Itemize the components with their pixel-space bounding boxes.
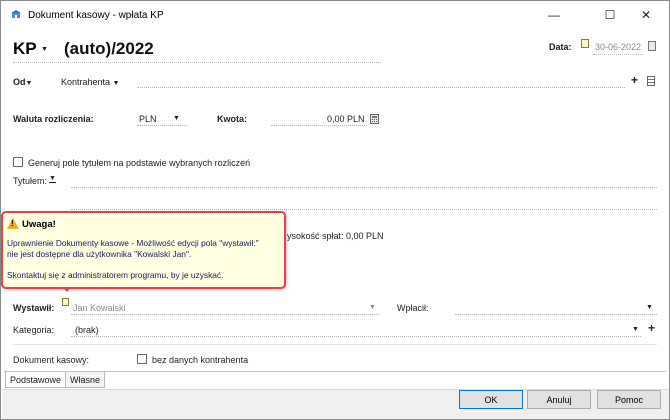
- currency-select[interactable]: PLN: [139, 114, 157, 124]
- generate-title-checkbox[interactable]: [13, 157, 23, 167]
- amount-underline: [271, 125, 367, 126]
- warning-icon-mark: !: [11, 219, 14, 228]
- window-title: Dokument kasowy - wpłata KP: [28, 10, 164, 21]
- dialog-window: Dokument kasowy - wpłata KP — ☐ ✕ KP ▼ (…: [0, 0, 670, 420]
- document-type-selector[interactable]: KP: [13, 39, 37, 59]
- tooltip-title: Uwaga!: [22, 219, 56, 230]
- od-dropdown[interactable]: Od▼: [13, 77, 32, 87]
- category-label: Kategoria:: [13, 325, 55, 335]
- date-underline: [593, 54, 643, 55]
- calendar-icon[interactable]: [648, 41, 656, 51]
- issuer-label: Wystawił:: [13, 303, 55, 313]
- tooltip-line: Skontaktuj się z administratorem program…: [7, 270, 224, 280]
- currency-underline: [137, 125, 187, 126]
- tab-wlasne[interactable]: Własne: [65, 372, 106, 388]
- info-icon: [581, 39, 589, 48]
- document-number-field[interactable]: (auto)/2022: [64, 39, 154, 59]
- currency-label: Waluta rozliczenia:: [13, 114, 94, 124]
- close-button[interactable]: ✕: [623, 1, 669, 29]
- amount-label: Kwota:: [217, 114, 247, 124]
- chevron-down-icon[interactable]: ▼: [646, 304, 653, 311]
- chevron-down-icon: ▼: [369, 304, 376, 311]
- repayment-amount-text: ysokość spłat: 0,00 PLN: [287, 231, 384, 241]
- generate-title-label: Generuj pole tytułem na podstawie wybran…: [28, 158, 251, 168]
- chevron-down-icon[interactable]: ▼: [41, 46, 48, 53]
- ok-button[interactable]: OK: [459, 390, 523, 409]
- title-field-line2[interactable]: [71, 209, 657, 210]
- chevron-down-icon[interactable]: ▼: [173, 115, 180, 122]
- category-underline: [71, 336, 641, 337]
- list-icon[interactable]: [647, 76, 655, 86]
- contractor-field[interactable]: [137, 87, 625, 88]
- no-contractor-data-checkbox[interactable]: [137, 354, 147, 364]
- payer-field[interactable]: [455, 314, 657, 315]
- issuer-select: Jan Kowalski: [73, 303, 126, 313]
- title-bar: Dokument kasowy - wpłata KP — ☐ ✕: [1, 1, 669, 29]
- info-icon[interactable]: [62, 298, 69, 306]
- cash-document-label: Dokument kasowy:: [13, 355, 90, 365]
- amount-field[interactable]: 0,00 PLN: [327, 114, 365, 124]
- minimize-button[interactable]: —: [531, 1, 577, 29]
- issuer-underline: [71, 314, 379, 315]
- category-select[interactable]: (brak): [75, 325, 99, 335]
- title-field[interactable]: [71, 187, 657, 188]
- add-contractor-icon[interactable]: +: [631, 73, 638, 87]
- title-label: Tytułem:: [13, 176, 48, 186]
- chevron-down-icon[interactable]: ▼: [49, 175, 56, 183]
- app-icon: [11, 10, 21, 18]
- date-label: Data:: [549, 42, 572, 52]
- tooltip-tail: [63, 287, 71, 292]
- tooltip-line: Uprawnienie Dokumenty kasowe - Możliwość…: [7, 238, 259, 248]
- help-button[interactable]: Pomoc: [597, 390, 661, 409]
- permission-warning-tooltip: ! Uwaga! Uprawnienie Dokumenty kasowe - …: [1, 211, 286, 289]
- cancel-button[interactable]: Anuluj: [527, 390, 591, 409]
- payer-label: Wpłacił:: [397, 303, 429, 313]
- no-contractor-data-label: bez danych kontrahenta: [152, 355, 249, 365]
- date-field[interactable]: 30-06-2022: [595, 42, 641, 52]
- document-number-underline: [13, 62, 381, 63]
- od-type-dropdown[interactable]: Kontrahenta ▼: [61, 77, 120, 87]
- calculator-icon[interactable]: [370, 114, 379, 124]
- chevron-down-icon[interactable]: ▼: [632, 326, 639, 333]
- separator: [13, 344, 657, 345]
- tooltip-line: nie jest dostępne dla użytkownika "Kowal…: [7, 249, 192, 259]
- add-category-icon[interactable]: +: [648, 321, 655, 335]
- tab-podstawowe[interactable]: Podstawowe: [5, 372, 67, 388]
